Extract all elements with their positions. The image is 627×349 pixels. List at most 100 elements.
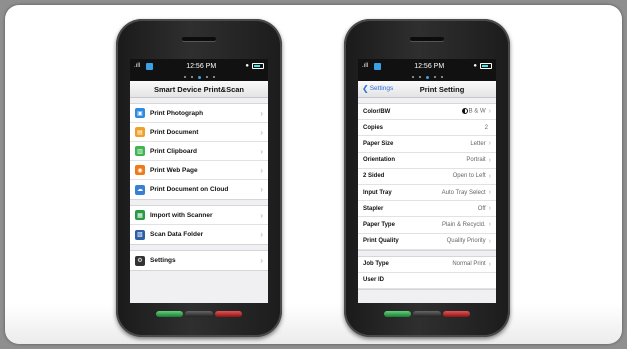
chevron-right-icon: › — [260, 185, 263, 194]
status-time: 12:56 PM — [414, 62, 445, 70]
screen-print-setting: .ıll 12:56 PM ● ❮ Settings Print Setting… — [358, 59, 496, 303]
setting-value: Quality Priority — [446, 238, 486, 245]
hardware-buttons — [384, 311, 470, 317]
menu-item-settings[interactable]: ⚙ Settings › — [130, 251, 268, 270]
setting-value: B & W — [461, 108, 486, 115]
status-time: 12:56 PM — [186, 62, 217, 70]
menu-item-import-with-scanner[interactable]: ▦ Import with Scanner › — [130, 206, 268, 225]
scanner-icon: ▦ — [135, 210, 145, 220]
home-button[interactable] — [413, 311, 441, 317]
phone-right: .ıll 12:56 PM ● ❮ Settings Print Setting… — [344, 19, 510, 337]
page-title: Smart Device Print&Scan — [130, 81, 268, 98]
app-notification-icon — [374, 62, 381, 70]
setting-label: Paper Size — [363, 140, 394, 147]
setting-label: Input Tray — [363, 189, 392, 196]
setting-label: Copies — [363, 124, 384, 131]
hardware-buttons — [156, 311, 242, 317]
settings-group-print: Color/BW B & W › Copies 2 Paper Size Letter › Or… — [358, 103, 496, 251]
chevron-right-icon: › — [488, 260, 491, 268]
setting-label: Paper Type — [363, 221, 395, 228]
setting-value: Plain & Recycld. — [441, 221, 486, 228]
web-page-icon: ◉ — [135, 165, 145, 175]
setting-job-type[interactable]: Job Type Normal Print › — [358, 257, 496, 273]
menu-item-label: Scan Data Folder — [150, 231, 204, 238]
back-button[interactable]: ❮ Settings — [362, 84, 393, 93]
home-button[interactable] — [185, 311, 213, 317]
menu-item-print-document-on-cloud[interactable]: ☁ Print Document on Cloud › — [130, 180, 268, 199]
setting-label: Orientation — [363, 157, 396, 164]
chevron-right-icon: › — [260, 127, 263, 137]
chevron-right-icon: › — [260, 108, 263, 118]
call-button[interactable] — [156, 311, 184, 317]
menu-item-print-clipboard[interactable]: ▥ Print Clipboard › — [130, 142, 268, 161]
setting-label: Color/BW — [363, 108, 391, 115]
lock-icon: ● — [245, 63, 249, 69]
page-indicator — [358, 73, 496, 81]
battery-icon — [252, 63, 264, 69]
menu-item-print-document[interactable]: ▤ Print Document › — [130, 123, 268, 142]
signal-icon: .ıll — [362, 63, 368, 69]
setting-color-bw[interactable]: Color/BW B & W › — [358, 104, 496, 121]
screen-main-menu: .ıll 12:56 PM ● Smart Device Print&Scan … — [130, 59, 268, 303]
speaker-grille — [410, 37, 444, 41]
nav-bar: ❮ Settings Print Setting — [358, 81, 496, 98]
app-notification-icon — [146, 62, 153, 70]
menu-item-print-web-page[interactable]: ◉ Print Web Page › — [130, 161, 268, 180]
menu-item-label: Print Document — [150, 128, 199, 136]
folder-icon: ▧ — [135, 229, 145, 240]
menu-item-print-photograph[interactable]: ▣ Print Photograph › — [130, 104, 268, 123]
photo-icon: ▣ — [135, 108, 145, 118]
setting-label: User ID — [363, 277, 385, 284]
setting-label: 2 Sided — [363, 173, 385, 180]
call-button[interactable] — [384, 311, 412, 317]
end-call-button[interactable] — [442, 311, 470, 317]
page-title: Print Setting — [419, 84, 465, 94]
chevron-left-icon: ❮ — [362, 84, 369, 93]
chevron-right-icon: › — [260, 210, 263, 220]
setting-orientation[interactable]: Orientation Portrait › — [358, 153, 496, 169]
chevron-right-icon: › — [488, 172, 491, 180]
menu-group-print: ▣ Print Photograph › ▤ Print Document › ▥ Print… — [130, 103, 268, 200]
setting-value: 2 — [484, 124, 488, 131]
phone-left: .ıll 12:56 PM ● Smart Device Print&Scan … — [116, 19, 282, 337]
chevron-right-icon: › — [260, 165, 263, 175]
gear-icon: ⚙ — [135, 255, 145, 266]
page-indicator — [130, 73, 268, 81]
setting-label: Job Type — [363, 261, 389, 268]
document-icon: ▤ — [135, 127, 145, 137]
chevron-right-icon: › — [488, 140, 491, 148]
setting-print-quality[interactable]: Print Quality Quality Priority › — [358, 234, 496, 250]
chevron-right-icon: › — [488, 108, 491, 116]
signal-icon: .ıll — [134, 63, 140, 69]
clipboard-icon: ▥ — [135, 146, 145, 156]
chevron-right-icon: › — [488, 221, 491, 229]
setting-value-text: B & W — [468, 108, 486, 115]
color-mode-icon — [461, 108, 468, 115]
setting-user-id[interactable]: User ID — [358, 273, 496, 290]
battery-icon — [480, 63, 492, 69]
menu-item-label: Print Web Page — [150, 166, 198, 174]
slide-card: .ıll 12:56 PM ● Smart Device Print&Scan … — [5, 5, 622, 344]
menu-item-label: Print Clipboard — [150, 147, 197, 155]
chevron-right-icon: › — [260, 146, 263, 156]
setting-label: Stapler — [363, 205, 384, 212]
setting-paper-type[interactable]: Paper Type Plain & Recycld. › — [358, 217, 496, 234]
menu-item-label: Settings — [150, 257, 176, 264]
setting-stapler[interactable]: Stapler Off › — [358, 201, 496, 218]
menu-item-label: Import with Scanner — [150, 211, 213, 219]
menu-item-scan-data-folder[interactable]: ▧ Scan Data Folder › — [130, 225, 268, 244]
menu-group-settings: ⚙ Settings › — [130, 250, 268, 271]
setting-paper-size[interactable]: Paper Size Letter › — [358, 136, 496, 153]
setting-label: Print Quality — [363, 238, 399, 245]
setting-input-tray[interactable]: Input Tray Auto Tray Select › — [358, 185, 496, 202]
status-bar: .ıll 12:56 PM ● — [358, 59, 496, 73]
end-call-button[interactable] — [214, 311, 242, 317]
setting-2-sided[interactable]: 2 Sided Open to Left › — [358, 169, 496, 185]
setting-value: Portrait — [466, 157, 486, 164]
setting-value: Normal Print — [452, 261, 486, 268]
setting-copies[interactable]: Copies 2 — [358, 120, 496, 137]
menu-item-label: Print Photograph — [150, 109, 204, 117]
setting-value: Off — [477, 205, 486, 212]
back-button-label: Settings — [369, 85, 394, 92]
cloud-icon: ☁ — [135, 184, 145, 195]
